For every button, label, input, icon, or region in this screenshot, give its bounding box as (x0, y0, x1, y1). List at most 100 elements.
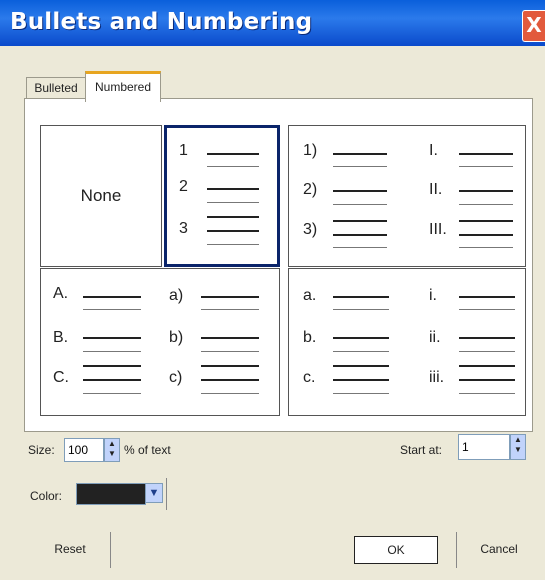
text-line (333, 393, 389, 394)
spin-down-icon[interactable]: ▼ (511, 445, 525, 455)
text-line (207, 166, 259, 167)
text-line (333, 379, 389, 381)
style-none[interactable]: None (40, 125, 162, 267)
tab-bulleted[interactable]: Bulleted (26, 77, 86, 98)
style-group-bottom-right: a. b. c. i. ii. iii. (288, 268, 526, 416)
text-line (459, 247, 513, 248)
marker: a) (169, 287, 184, 304)
marker: 1) (303, 142, 318, 159)
dialog-title: Bullets and Numbering (10, 9, 313, 35)
style-arabic-dot[interactable]: 1 2 3 (164, 125, 280, 267)
style-alpha-lower-paren[interactable]: a) b) c) (161, 269, 279, 415)
text-line (333, 296, 389, 298)
text-line (83, 393, 141, 394)
start-at-label: Start at: (400, 443, 443, 457)
text-line (459, 166, 513, 167)
marker: 1 (179, 142, 188, 159)
size-spinner[interactable]: ▲ ▼ (104, 438, 120, 462)
marker: 2 (179, 178, 188, 195)
text-line (459, 309, 515, 310)
text-line (201, 337, 259, 339)
text-line (333, 337, 389, 339)
text-line (459, 153, 513, 155)
marker: 2) (303, 181, 318, 198)
text-line (83, 351, 141, 352)
cancel-button[interactable]: Cancel (466, 536, 532, 564)
marker: 3 (179, 220, 188, 237)
marker: c) (169, 369, 183, 386)
text-line (207, 216, 259, 218)
text-line (201, 379, 259, 381)
text-line (83, 365, 141, 367)
text-line (459, 351, 515, 352)
spin-up-icon[interactable]: ▲ (511, 435, 525, 445)
marker: A. (53, 285, 69, 302)
text-line (83, 309, 141, 310)
text-line (201, 365, 259, 367)
marker: III. (429, 221, 447, 238)
marker: 3) (303, 221, 318, 238)
chevron-down-icon[interactable]: ▼ (145, 483, 163, 503)
size-input[interactable]: 100 (64, 438, 104, 462)
text-line (333, 220, 387, 222)
text-line (459, 190, 513, 192)
marker: iii. (429, 369, 445, 386)
style-arabic-paren[interactable]: 1) 2) 3) (289, 126, 407, 266)
style-alpha-lower-dot[interactable]: a. b. c. (289, 269, 407, 415)
text-line (459, 204, 513, 205)
spin-down-icon[interactable]: ▼ (105, 449, 119, 459)
start-at-spinner[interactable]: ▲ ▼ (510, 434, 526, 460)
marker: I. (429, 142, 438, 159)
start-at-input[interactable]: 1 (458, 434, 510, 460)
text-line (333, 365, 389, 367)
text-line (333, 247, 387, 248)
text-line (333, 190, 387, 192)
text-line (201, 296, 259, 298)
tab-numbered[interactable]: Numbered (85, 71, 161, 102)
text-line (459, 379, 515, 381)
spin-up-icon[interactable]: ▲ (105, 439, 119, 449)
marker: C. (53, 369, 69, 386)
text-line (83, 337, 141, 339)
style-alpha-upper[interactable]: A. B. C. (41, 269, 161, 415)
text-line (333, 204, 387, 205)
text-line (201, 309, 259, 310)
text-line (207, 244, 259, 245)
marker: c. (303, 369, 316, 386)
ok-button[interactable]: OK (354, 536, 438, 564)
text-line (459, 337, 515, 339)
style-roman-lower[interactable]: i. ii. iii. (407, 269, 525, 415)
divider (456, 532, 457, 568)
title-bar: Bullets and Numbering X (0, 0, 545, 46)
text-line (333, 153, 387, 155)
text-line (201, 393, 259, 394)
close-icon[interactable]: X (522, 10, 545, 42)
style-roman-upper[interactable]: I. II. III. (407, 126, 525, 266)
text-line (459, 220, 513, 222)
text-line (459, 234, 513, 236)
style-group-top-right: 1) 2) 3) I. II. III. (288, 125, 526, 267)
reset-button[interactable]: Reset (40, 536, 100, 564)
text-line (459, 365, 515, 367)
text-line (333, 309, 389, 310)
text-line (333, 166, 387, 167)
text-line (207, 188, 259, 190)
marker: ii. (429, 329, 441, 346)
none-label: None (80, 186, 122, 205)
text-line (83, 379, 141, 381)
color-label: Color: (30, 489, 63, 503)
text-line (207, 230, 259, 232)
marker: b. (303, 329, 317, 346)
text-line (207, 202, 259, 203)
text-line (333, 234, 387, 236)
text-line (333, 351, 389, 352)
divider (110, 532, 111, 568)
color-swatch[interactable] (76, 483, 146, 505)
marker: II. (429, 181, 443, 198)
text-line (207, 153, 259, 155)
marker: a. (303, 287, 317, 304)
marker: i. (429, 287, 437, 304)
size-suffix: % of text (124, 443, 171, 457)
divider (166, 478, 167, 510)
marker: b) (169, 329, 184, 346)
